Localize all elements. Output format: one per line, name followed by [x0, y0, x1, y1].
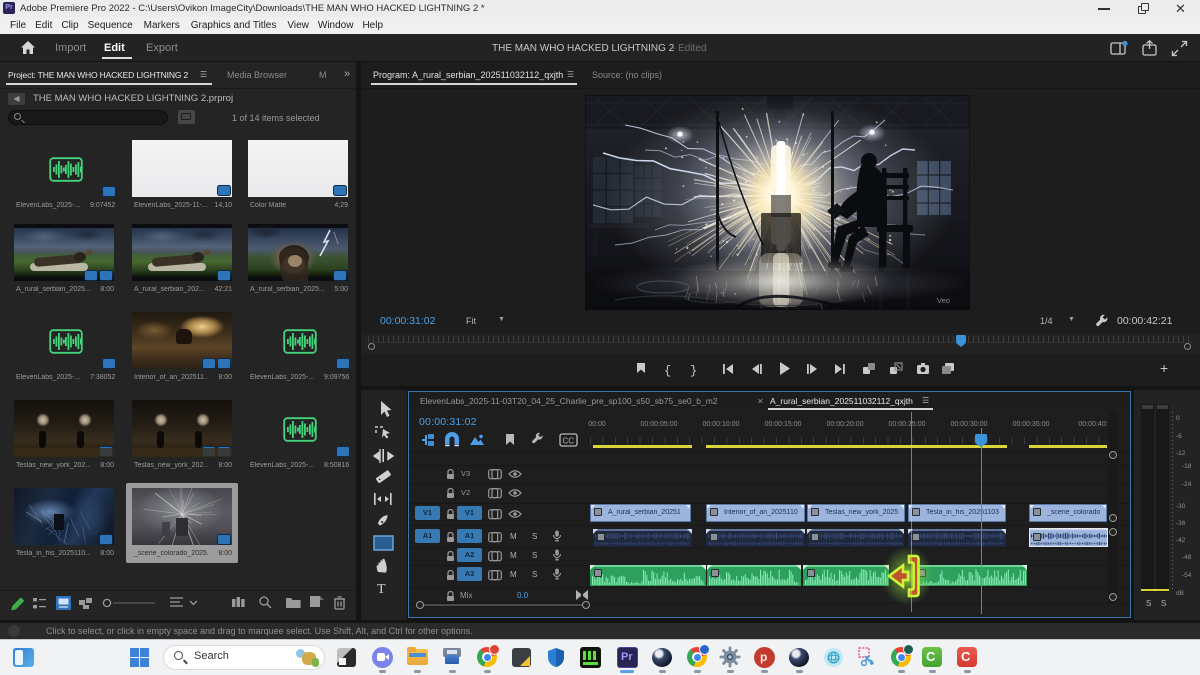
svg-text:{: { — [664, 364, 671, 378]
svg-text:CC: CC — [563, 437, 575, 446]
svg-text:}: } — [690, 364, 697, 378]
svg-text:T: T — [377, 582, 386, 597]
svg-text:Veo: Veo — [937, 296, 950, 305]
